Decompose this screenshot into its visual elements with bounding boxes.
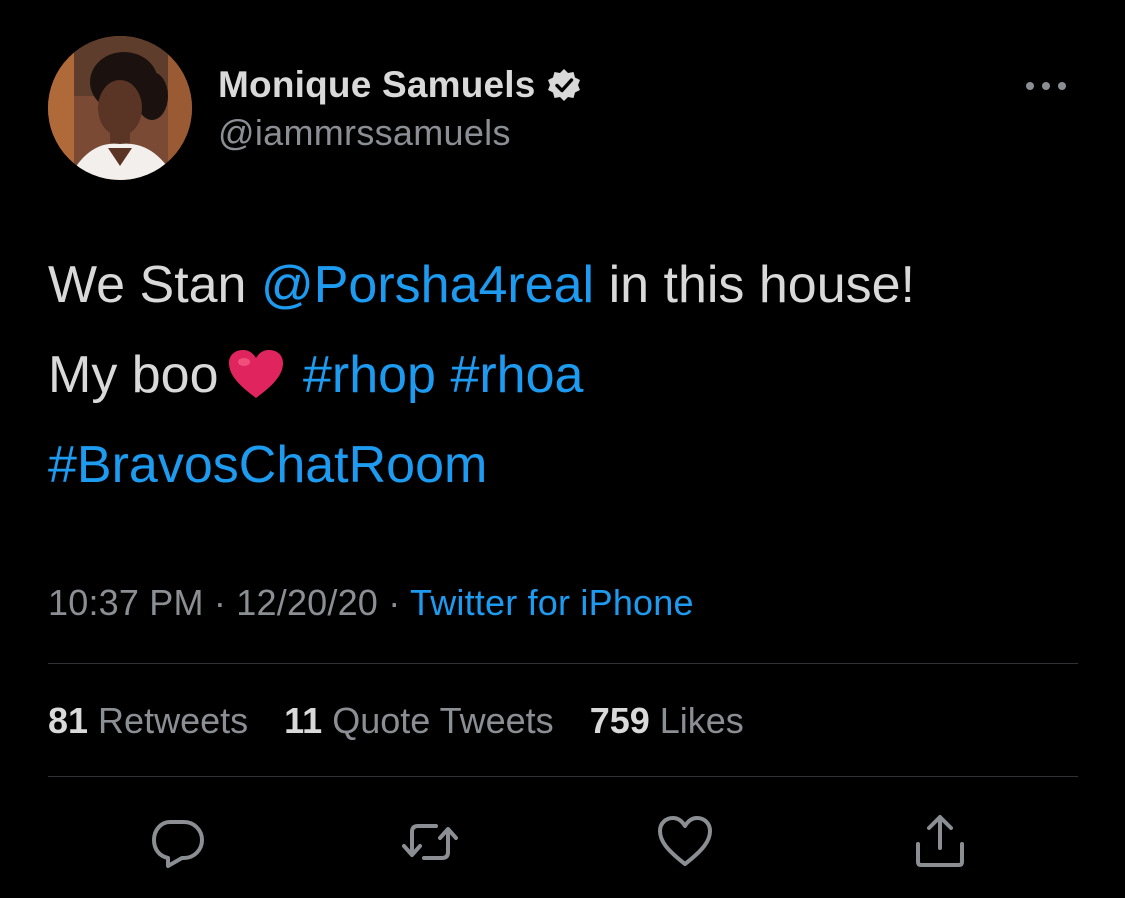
retweets-stat[interactable]: 81 Retweets [48, 700, 248, 741]
tweet-text-segment: We Stan [48, 256, 261, 314]
share-icon[interactable] [910, 812, 970, 872]
retweets-label: Retweets [98, 700, 249, 741]
divider [48, 776, 1078, 777]
likes-stat[interactable]: 759 Likes [590, 700, 744, 741]
quote-tweets-stat[interactable]: 11 Quote Tweets [284, 700, 554, 741]
verified-badge-icon [546, 67, 582, 103]
display-name-row: Monique Samuels [218, 60, 582, 110]
tweet-line-1: We Stan @Porsha4real in this house! [48, 240, 1078, 330]
tweet-text: We Stan @Porsha4real in this house! My b… [48, 240, 1078, 510]
retweets-count: 81 [48, 700, 89, 741]
hashtag-link[interactable]: #rhoa [450, 346, 583, 404]
hashtag-link[interactable]: #BravosChatRoom [48, 436, 487, 494]
like-icon[interactable] [655, 812, 715, 872]
tweet-meta: 10:37 PM · 12/20/20 · Twitter for iPhone [48, 582, 694, 624]
avatar-photo [48, 36, 192, 180]
more-options-icon[interactable] [1022, 76, 1070, 96]
likes-count: 759 [589, 700, 650, 741]
tweet-stats: 81 Retweets 11 Quote Tweets 759 Likes [48, 700, 770, 742]
user-handle[interactable]: @iammrssamuels [218, 112, 582, 154]
tweet-text-segment: in this house! [594, 256, 915, 314]
meta-separator: · [203, 582, 237, 623]
tweet-date: 12/20/20 [236, 582, 379, 623]
red-heart-emoji-icon [227, 338, 285, 398]
hashtag-link[interactable]: #rhop [303, 346, 436, 404]
quote-tweets-label: Quote Tweets [332, 700, 554, 741]
action-bar [0, 812, 1125, 872]
tweet-line-3: #BravosChatRoom [48, 420, 1078, 510]
tweet-header: Monique Samuels @iammrssamuels [48, 36, 1078, 186]
quote-tweets-count: 11 [284, 700, 323, 741]
retweet-icon[interactable] [400, 812, 460, 872]
tweet-source-link[interactable]: Twitter for iPhone [410, 582, 694, 623]
meta-separator: · [378, 582, 410, 623]
tweet-line-2: My boo #rhop #rhoa [48, 330, 1078, 420]
divider [48, 663, 1078, 664]
display-name[interactable]: Monique Samuels [218, 64, 536, 106]
mention-link[interactable]: @Porsha4real [261, 256, 594, 314]
avatar[interactable] [48, 36, 192, 180]
reply-icon[interactable] [148, 812, 208, 872]
tweet-detail: Monique Samuels @iammrssamuels We Stan @… [0, 0, 1125, 898]
tweet-time: 10:37 PM [48, 582, 204, 623]
likes-label: Likes [659, 700, 744, 741]
user-names: Monique Samuels @iammrssamuels [218, 60, 582, 154]
tweet-text-segment: My boo [48, 346, 219, 404]
